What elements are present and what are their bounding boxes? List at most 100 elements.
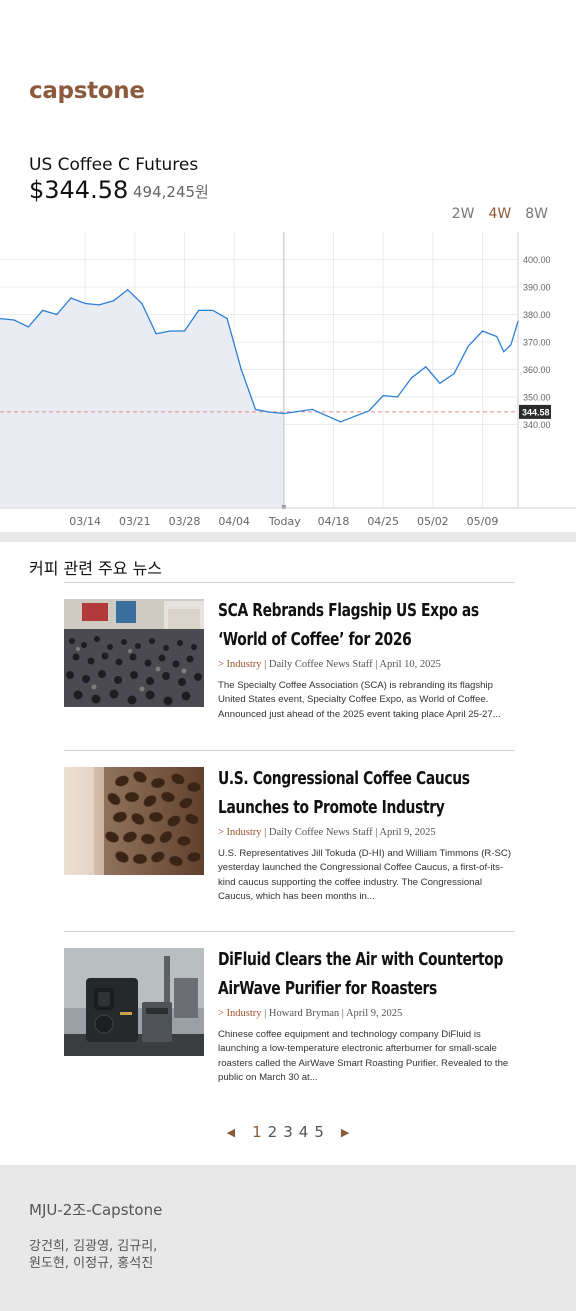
news-meta-text: | Daily Coffee News Staff | April 10, 20… [261, 659, 441, 670]
news-heading: 커피 관련 주요 뉴스 [29, 559, 163, 578]
news-meta-text: | Daily Coffee News Staff | April 9, 202… [261, 827, 436, 838]
news-item[interactable]: SCA Rebrands Flagship US Expo as ‘World … [64, 582, 514, 750]
news-thumbnail-roaster-device[interactable] [64, 948, 204, 1056]
price-point [56, 313, 58, 316]
news-meta-text: | Howard Bryman | April 9, 2025 [261, 1008, 403, 1019]
price-point [396, 396, 398, 398]
news-body: U.S. Congressional Coffee Caucus Launche… [218, 765, 514, 904]
price-point [183, 330, 186, 332]
x-tick-label: 04/25 [367, 515, 399, 528]
news-thumbnail-coffee-beans[interactable] [64, 767, 204, 875]
news-list: SCA Rebrands Flagship US Expo as ‘World … [64, 582, 514, 1099]
news-thumbnail-expo-crowd[interactable] [64, 599, 204, 707]
range-tab-8w[interactable]: 8W [525, 206, 548, 222]
price-point [283, 412, 285, 415]
pager-page-3[interactable]: 3 [283, 1123, 293, 1141]
price-point [98, 304, 100, 306]
news-item[interactable]: U.S. Congressional Coffee Caucus Launche… [64, 750, 514, 931]
news-excerpt: Chinese coffee equipment and technology … [218, 1029, 509, 1083]
price-point [226, 318, 228, 320]
pager-page-5[interactable]: 5 [314, 1123, 324, 1141]
y-tick-label: 340.00 [523, 420, 551, 430]
chart-area-fill [0, 289, 284, 507]
news-title[interactable]: U.S. Congressional Coffee Caucus Launche… [218, 765, 514, 823]
price-point [467, 345, 469, 347]
pager-page-1[interactable]: 1 [252, 1123, 262, 1141]
y-tick-label: 390.00 [523, 283, 551, 293]
y-tick-label: 360.00 [523, 365, 551, 375]
price-chart[interactable]: 340.00 350.00 360.00 370.00 380.00 390.00 400.… [0, 232, 576, 532]
price-point [212, 309, 214, 311]
price-point [311, 408, 313, 410]
range-tab-4w[interactable]: 4W [489, 206, 512, 222]
price-point [13, 319, 15, 321]
footer-title: MJU-2조-Capstone [29, 1201, 163, 1219]
pagination: ◀ 1 2 3 4 5 ▶ [0, 1123, 576, 1141]
price-point [112, 300, 115, 302]
price-point [169, 330, 171, 332]
x-tick-label: 05/02 [417, 515, 449, 528]
price-point [510, 344, 512, 346]
price-point [410, 377, 413, 379]
pager-next-icon[interactable]: ▶ [341, 1126, 349, 1139]
news-title[interactable]: DiFluid Clears the Air with Countertop A… [218, 946, 514, 1004]
x-tick-label: Today [268, 515, 301, 528]
price-point [70, 297, 72, 299]
x-tick-label: 04/04 [218, 515, 250, 528]
x-tick-label: 04/18 [318, 515, 350, 528]
price-point [198, 309, 200, 311]
brand-logo[interactable]: capstone [29, 78, 145, 104]
news-title[interactable]: SCA Rebrands Flagship US Expo as ‘World … [218, 597, 514, 655]
price-point [141, 302, 143, 305]
price-point [439, 382, 441, 384]
news-meta: > Industry | Daily Coffee News Staff | A… [218, 827, 514, 838]
y-tick-label: 350.00 [523, 393, 551, 403]
y-tick-label: 370.00 [523, 338, 551, 348]
news-excerpt: U.S. Representatives Jill Tokuda (D-HI) … [218, 848, 512, 902]
quote-name: US Coffee C Futures [29, 155, 199, 175]
pager-page-4[interactable]: 4 [299, 1123, 309, 1141]
price-point [254, 408, 257, 410]
price-point [453, 373, 455, 375]
news-category-link[interactable]: > Industry [218, 827, 262, 838]
price-point [41, 309, 44, 311]
price-point [240, 368, 242, 371]
news-body: SCA Rebrands Flagship US Expo as ‘World … [218, 597, 514, 722]
quote-price-krw: 494,245원 [133, 183, 209, 201]
x-tick-label: 05/09 [467, 515, 499, 528]
price-point [155, 333, 157, 335]
pager-prev-icon[interactable]: ◀ [227, 1126, 235, 1139]
price-point [503, 351, 505, 353]
pager-page-2[interactable]: 2 [268, 1123, 278, 1141]
footer-members: 강건희, 김광영, 김규리, 원도현, 이정규, 홍석진 [29, 1238, 229, 1272]
x-tick-label: 03/21 [119, 515, 151, 528]
x-tick-label: 03/28 [169, 515, 201, 528]
news-meta: > Industry | Daily Coffee News Staff | A… [218, 659, 514, 670]
price-point [481, 330, 484, 332]
price-point [340, 421, 342, 423]
y-tick-label: 380.00 [523, 310, 551, 320]
price-point [269, 411, 271, 413]
news-category-link[interactable]: > Industry [218, 1008, 262, 1019]
price-point [368, 410, 370, 412]
price-point [127, 289, 129, 291]
news-item[interactable]: DiFluid Clears the Air with Countertop A… [64, 931, 514, 1099]
quote-price: $344.58 [29, 176, 129, 204]
news-category-link[interactable]: > Industry [218, 659, 262, 670]
news-body: DiFluid Clears the Air with Countertop A… [218, 946, 514, 1085]
price-point [517, 320, 519, 322]
price-point [27, 326, 29, 328]
footer-members-line: 강건희, 김광영, 김규리, [29, 1239, 158, 1254]
footer-members-line: 원도현, 이정규, 홍석진 [29, 1256, 154, 1271]
range-tab-2w[interactable]: 2W [452, 206, 475, 222]
section-divider [0, 532, 576, 542]
price-point [354, 415, 356, 417]
news-excerpt: The Specialty Coffee Association (SCA) i… [218, 680, 501, 720]
y-tick-label: 400.00 [523, 255, 551, 265]
price-point [425, 366, 427, 368]
range-tabs: 2W 4W 8W [452, 206, 548, 222]
footer: MJU-2조-Capstone 강건희, 김광영, 김규리, 원도현, 이정규,… [0, 1165, 576, 1311]
price-point [496, 335, 498, 338]
price-point [382, 395, 384, 397]
x-tick-label: 03/14 [69, 515, 101, 528]
